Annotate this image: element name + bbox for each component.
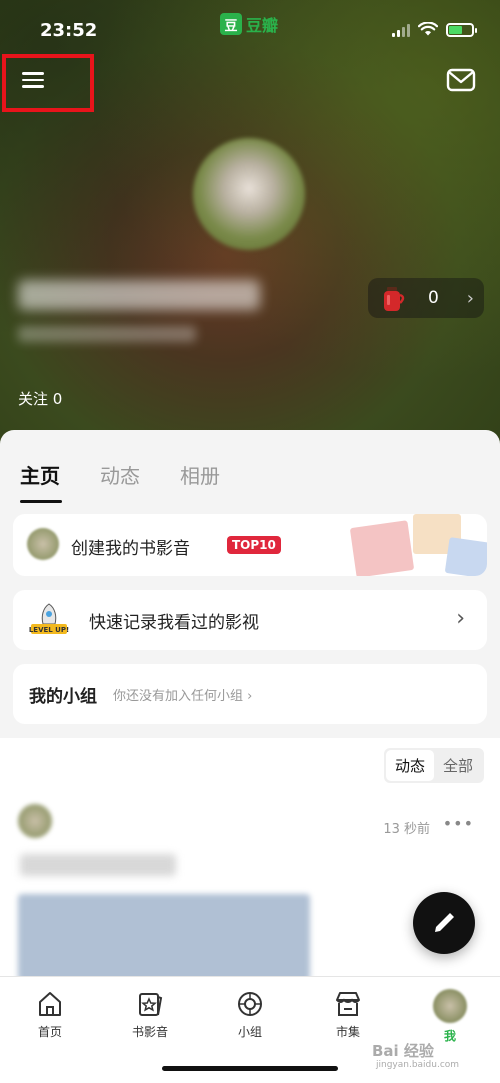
filter-activity[interactable]: 动态 <box>385 750 434 781</box>
tab-home[interactable]: 主页 <box>20 460 62 503</box>
watermark-text: Bai 经验 <box>372 1042 434 1060</box>
avatar <box>433 989 467 1023</box>
tabbar-home-label: 首页 <box>37 1025 62 1039</box>
pencil-icon <box>435 913 454 932</box>
my-groups-label: 我的小组 <box>29 687 97 707</box>
my-groups-hint: 你还没有加入任何小组 <box>113 689 244 704</box>
decor-card-blue <box>444 537 487 576</box>
drink-count: 0 <box>428 288 439 308</box>
post-avatar[interactable] <box>18 804 52 838</box>
quick-record-card[interactable]: LEVEL UP! 快速记录我看过的影视 › <box>13 590 487 650</box>
filter-all[interactable]: 全部 <box>434 750 482 781</box>
thermos-icon <box>384 287 405 311</box>
chevron-right-icon: › <box>456 606 465 631</box>
rocket-badge-text: LEVEL UP! <box>29 626 69 634</box>
decor-card-pink <box>349 520 415 576</box>
tabbar-media-label: 书影音 <box>131 1025 168 1039</box>
app-indicator: 豆 豆瓣 <box>220 12 278 36</box>
watermark-url: jingyan.baidu.com <box>376 1060 460 1070</box>
create-list-label: 创建我的书影音 <box>71 539 190 559</box>
post-timestamp: 13 秒前 <box>383 822 430 837</box>
status-bar: 23:52 豆 豆瓣 <box>0 0 500 60</box>
menu-highlight-box <box>2 54 94 112</box>
tab-activity[interactable]: 动态 <box>100 460 140 489</box>
tabbar-market-label: 市集 <box>335 1025 360 1039</box>
level-up-rocket-icon: LEVEL UP! <box>29 603 69 634</box>
tab-album[interactable]: 相册 <box>180 460 220 489</box>
star-book-icon <box>139 993 163 1016</box>
profile-avatar[interactable] <box>193 138 305 250</box>
profile-name-blurred <box>18 280 260 310</box>
menu-button[interactable] <box>22 68 48 94</box>
group-icon <box>238 992 262 1016</box>
profile-tabs: 主页 动态 相册 <box>20 460 220 503</box>
post-image[interactable] <box>18 894 310 982</box>
compose-button[interactable] <box>413 892 475 954</box>
store-icon <box>336 992 360 1016</box>
wifi-icon <box>418 22 438 36</box>
create-list-card[interactable]: 创建我的书影音 TOP10 <box>13 514 487 576</box>
follow-count[interactable]: 关注 0 <box>18 388 62 409</box>
battery-icon <box>446 22 477 37</box>
home-indicator <box>162 1066 338 1071</box>
chevron-right-icon: › <box>466 287 474 309</box>
quick-record-label: 快速记录我看过的影视 <box>89 613 259 633</box>
tabbar-me[interactable]: 我 <box>410 989 490 1044</box>
drink-counter-button[interactable]: 0 › <box>368 278 484 318</box>
avatar <box>27 528 59 560</box>
status-icons <box>392 22 477 37</box>
my-groups-card[interactable]: 我的小组 你还没有加入任何小组 › <box>13 664 487 724</box>
mail-icon <box>446 68 476 92</box>
activity-feed: 动态 全部 13 秒前 ••• <box>0 738 500 1000</box>
post-text-blurred <box>20 854 176 876</box>
douban-app-icon: 豆 <box>220 13 242 35</box>
top10-badge: TOP10 <box>227 536 281 554</box>
status-time: 23:52 <box>40 20 98 41</box>
app-name: 豆瓣 <box>246 16 279 35</box>
tabbar-market[interactable]: 市集 <box>308 989 388 1040</box>
signal-icon <box>392 23 410 37</box>
menu-icon <box>22 72 48 88</box>
tabbar-home[interactable]: 首页 <box>10 989 90 1040</box>
tabbar-groups-label: 小组 <box>237 1025 262 1039</box>
home-icon <box>39 992 61 1016</box>
more-options-icon[interactable]: ••• <box>443 814 474 833</box>
feed-filter: 动态 全部 <box>383 748 484 783</box>
profile-subtitle-blurred <box>18 326 196 342</box>
chevron-right-icon: › <box>247 689 253 704</box>
mail-button[interactable] <box>446 68 476 94</box>
tabbar-media[interactable]: 书影音 <box>110 989 190 1040</box>
tabbar-groups[interactable]: 小组 <box>210 989 290 1040</box>
